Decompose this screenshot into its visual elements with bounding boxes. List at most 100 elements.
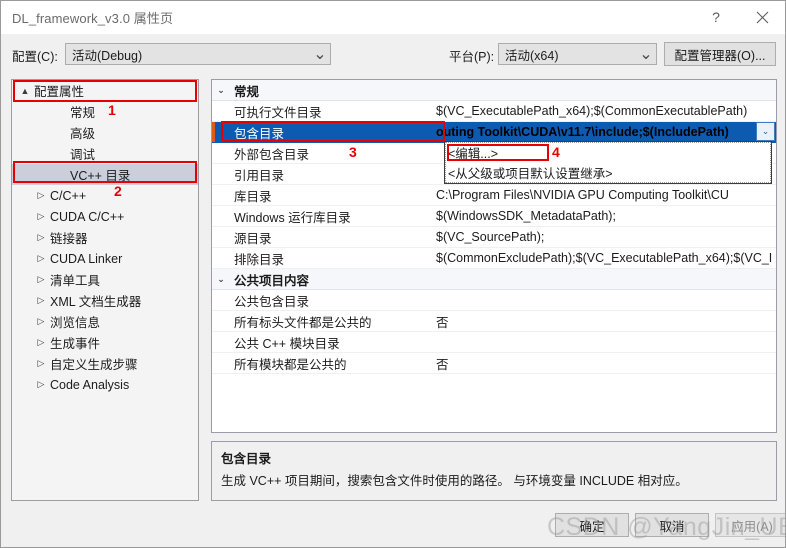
collapsed-triangle-icon[interactable]: ▷ <box>34 379 48 390</box>
tree-item-12[interactable]: ▷ 生成事件 <box>12 332 198 353</box>
tree-item-label: CUDA C/C++ <box>50 209 125 224</box>
property-name: 常规 <box>234 84 260 99</box>
dropdown-option[interactable]: <编辑...> <box>445 142 771 162</box>
include-directories-dropdown-arrow[interactable]: ⌄ <box>756 122 775 141</box>
ok-button[interactable]: 确定 <box>555 513 629 537</box>
configuration-bar: 配置(C): 活动(Debug) ⌄ 平台(P): 活动(x64) ⌄ 配置管理… <box>1 34 785 74</box>
property-name: 所有模块都是公共的 <box>234 357 347 372</box>
tree-item-11[interactable]: ▷ 浏览信息 <box>12 311 198 332</box>
grid-category-row[interactable]: ⌄ 常规 <box>212 80 776 101</box>
grid-property-row[interactable]: 源目录 $(VC_SourcePath); <box>212 227 776 248</box>
tree-item-4[interactable]: VC++ 目录 <box>12 164 198 185</box>
property-pages-dialog: DL_framework_v3.0 属性页 ? 配置(C): 活动(Debug)… <box>0 0 786 548</box>
collapsed-triangle-icon[interactable]: ▷ <box>34 232 48 243</box>
annotation-number-4: 4 <box>552 144 560 160</box>
dropdown-option[interactable]: <从父级或项目默认设置继承> <box>445 162 771 182</box>
property-name: 外部包含目录 <box>234 147 310 162</box>
grid-property-row[interactable]: 可执行文件目录 $(VC_ExecutablePath_x64);$(Common… <box>212 101 776 122</box>
include-directories-dropdown-list[interactable]: <编辑...> <从父级或项目默认设置继承> <box>444 141 772 184</box>
property-name: 公共项目内容 <box>234 273 310 288</box>
property-name: 排除目录 <box>234 252 285 267</box>
collapsed-triangle-icon[interactable]: ▷ <box>34 295 48 306</box>
tree-item-0[interactable]: ▲ 配置属性 <box>12 80 198 101</box>
description-body: 生成 VC++ 项目期间，搜索包含文件时使用的路径。 与环境变量 INCLUDE… <box>221 474 688 488</box>
expanded-triangle-icon[interactable]: ▲ <box>18 86 32 96</box>
tree-item-label: VC++ 目录 <box>70 169 131 183</box>
property-value: 否 <box>436 315 449 330</box>
cancel-button[interactable]: 取消 <box>635 513 709 537</box>
platform-dropdown[interactable]: 活动(x64) ⌄ <box>498 43 657 65</box>
title-bar: DL_framework_v3.0 属性页 ? <box>1 1 785 34</box>
property-name: 可执行文件目录 <box>234 105 322 120</box>
apply-button[interactable]: 应用(A) <box>715 513 785 537</box>
property-name: 公共 C++ 模块目录 <box>234 336 340 351</box>
tree-item-10[interactable]: ▷ XML 文档生成器 <box>12 290 198 311</box>
property-value: outing Toolkit\CUDA\v11.7\include;$(Incl… <box>436 125 729 139</box>
tree-item-8[interactable]: ▷ CUDA Linker <box>12 248 198 269</box>
grid-property-row[interactable]: 包含目录 outing Toolkit\CUDA\v11.7\include;$(… <box>212 122 776 143</box>
grid-property-row[interactable]: 公共 C++ 模块目录 <box>212 332 776 353</box>
property-name: 公共包含目录 <box>234 294 310 309</box>
grid-category-row[interactable]: ⌄ 公共项目内容 <box>212 269 776 290</box>
property-name: 源目录 <box>234 231 272 246</box>
collapsed-triangle-icon[interactable]: ▷ <box>34 316 48 327</box>
chevron-down-icon[interactable]: ⌄ <box>212 274 230 285</box>
tree-item-label: XML 文档生成器 <box>50 295 142 309</box>
annotation-number-1: 1 <box>108 102 116 118</box>
help-glyph: ? <box>712 9 720 25</box>
tree-item-label: 配置属性 <box>34 85 85 99</box>
tree-item-label: 清单工具 <box>50 274 101 288</box>
collapsed-triangle-icon[interactable]: ▷ <box>34 358 48 369</box>
tree-item-label: CUDA Linker <box>50 251 123 266</box>
collapsed-triangle-icon[interactable]: ▷ <box>34 190 48 201</box>
annotation-number-3: 3 <box>349 144 357 160</box>
collapsed-triangle-icon[interactable]: ▷ <box>34 337 48 348</box>
help-icon[interactable]: ? <box>693 1 739 33</box>
tree-item-5[interactable]: ▷ C/C++ <box>12 185 198 206</box>
chevron-down-icon: ⌄ <box>313 46 327 63</box>
property-value: C:\Program Files\NVIDIA GPU Computing To… <box>436 188 729 202</box>
configuration-dropdown[interactable]: 活动(Debug) ⌄ <box>65 43 331 65</box>
tree-item-3[interactable]: 调试 <box>12 143 198 164</box>
collapsed-triangle-icon[interactable]: ▷ <box>34 274 48 285</box>
grid-property-row[interactable]: 公共包含目录 <box>212 290 776 311</box>
platform-value: 活动(x64) <box>505 48 559 63</box>
grid-property-row[interactable]: 库目录 C:\Program Files\NVIDIA GPU Computing… <box>212 185 776 206</box>
grid-property-row[interactable]: 所有标头文件都是公共的 否 <box>212 311 776 332</box>
property-value: $(WindowsSDK_MetadataPath); <box>436 209 616 223</box>
cancel-label: 取消 <box>659 519 685 534</box>
configuration-manager-button[interactable]: 配置管理器(O)... <box>664 42 776 66</box>
tree-item-1[interactable]: 常规 <box>12 101 198 122</box>
grid-property-row[interactable]: Windows 运行库目录 $(WindowsSDK_MetadataPath); <box>212 206 776 227</box>
tree-item-7[interactable]: ▷ 链接器 <box>12 227 198 248</box>
configuration-label: 配置(C): <box>12 50 58 64</box>
tree-item-6[interactable]: ▷ CUDA C/C++ <box>12 206 198 227</box>
grid-property-row[interactable]: 所有模块都是公共的 否 <box>212 353 776 374</box>
description-pane: 包含目录 生成 VC++ 项目期间，搜索包含文件时使用的路径。 与环境变量 IN… <box>211 441 777 501</box>
property-name: 库目录 <box>234 189 272 204</box>
property-name: 所有标头文件都是公共的 <box>234 315 372 330</box>
grid-property-row[interactable]: 排除目录 $(CommonExcludePath);$(VC_Executable… <box>212 248 776 269</box>
tree-item-2[interactable]: 高级 <box>12 122 198 143</box>
configuration-value: 活动(Debug) <box>72 48 143 63</box>
tree-item-label: 常规 <box>70 106 96 120</box>
property-name: 包含目录 <box>234 126 285 141</box>
close-icon[interactable] <box>739 1 785 33</box>
ok-label: 确定 <box>579 519 605 534</box>
tree-item-13[interactable]: ▷ 自定义生成步骤 <box>12 353 198 374</box>
platform-label: 平台(P): <box>449 50 495 64</box>
property-value: $(CommonExcludePath);$(VC_ExecutablePath… <box>436 251 773 265</box>
tree-item-label: 链接器 <box>50 232 88 246</box>
property-value: $(VC_ExecutablePath_x64);$(CommonExecuta… <box>436 104 748 118</box>
apply-label: 应用(A) <box>731 519 773 534</box>
property-tree[interactable]: ▲ 配置属性 常规 高级 调试 VC++ 目录 ▷ C/C++ ▷ CUDA C/C++ ▷ 链接器 ▷… <box>11 79 199 501</box>
chevron-down-icon[interactable]: ⌄ <box>212 85 230 96</box>
tree-item-14[interactable]: ▷ Code Analysis <box>12 374 198 395</box>
property-grid[interactable]: ⌄ 常规可执行文件目录 $(VC_ExecutablePath_x64);$(Com… <box>211 79 777 433</box>
tree-item-label: Code Analysis <box>50 377 130 392</box>
property-value: $(VC_SourcePath); <box>436 230 545 244</box>
annotation-number-2: 2 <box>114 183 122 199</box>
collapsed-triangle-icon[interactable]: ▷ <box>34 253 48 264</box>
tree-item-9[interactable]: ▷ 清单工具 <box>12 269 198 290</box>
collapsed-triangle-icon[interactable]: ▷ <box>34 211 48 222</box>
